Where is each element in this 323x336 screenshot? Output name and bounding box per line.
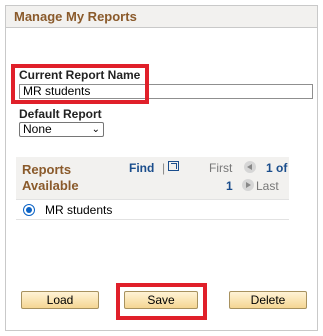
last-link[interactable]: Last xyxy=(256,179,279,193)
next-page-icon[interactable] xyxy=(242,179,254,191)
default-report-label: Default Report xyxy=(19,107,102,121)
table-row[interactable]: MR students xyxy=(16,199,289,220)
panel-header: Manage My Reports xyxy=(6,6,317,28)
panel-title: Manage My Reports xyxy=(14,9,137,24)
grid-title-line1: Reports xyxy=(22,162,72,177)
default-report-selected: None xyxy=(23,122,52,136)
report-name: MR students xyxy=(45,203,113,217)
load-button[interactable]: Load xyxy=(21,291,99,309)
default-report-select[interactable]: None ⌄ xyxy=(19,122,104,137)
range-start: 1 xyxy=(266,161,273,175)
highlight-box-report-name xyxy=(11,64,149,104)
highlight-box-save xyxy=(116,283,207,320)
view-all-icon[interactable] xyxy=(168,161,179,171)
grid-title: Reports Available xyxy=(22,162,79,194)
chevron-down-icon: ⌄ xyxy=(91,124,100,135)
first-link[interactable]: First xyxy=(209,161,232,175)
grid-title-line2: Available xyxy=(22,178,79,193)
previous-page-icon[interactable] xyxy=(244,161,256,173)
range-total: 1 xyxy=(226,179,233,193)
range-of: of xyxy=(276,161,288,175)
toolbar-separator: | xyxy=(162,161,166,175)
report-radio[interactable] xyxy=(23,204,35,216)
delete-button[interactable]: Delete xyxy=(229,291,307,309)
find-link[interactable]: Find xyxy=(129,161,154,175)
